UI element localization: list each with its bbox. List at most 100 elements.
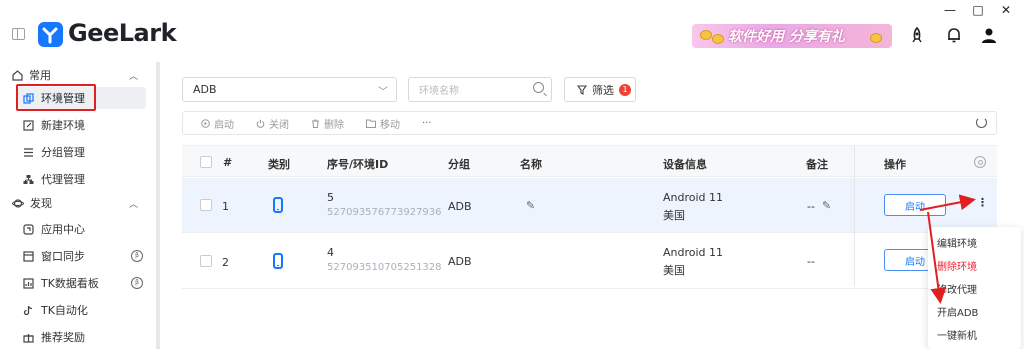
chevron-down-icon: ﹀ bbox=[378, 87, 388, 98]
row-os: Android 11 bbox=[663, 246, 724, 259]
user-avatar-icon[interactable] bbox=[980, 26, 998, 44]
column-settings-icon[interactable] bbox=[974, 156, 986, 168]
sidebar-item-label: 推荐奖励 bbox=[41, 331, 85, 344]
menu-item-new-device[interactable]: 一键新机 bbox=[937, 327, 977, 342]
sidebar-item-tk-automation[interactable]: TK自动化 bbox=[18, 299, 146, 321]
header-actions: 操作 bbox=[884, 158, 906, 171]
filter-count-badge: 1 bbox=[619, 83, 631, 96]
sidebar-item-label: TK自动化 bbox=[41, 304, 88, 317]
more-actions-button[interactable]: ··· bbox=[422, 118, 432, 129]
maximize-button[interactable]: □ bbox=[968, 2, 988, 18]
row-env-id: 527093510705251328 bbox=[327, 262, 442, 273]
rocket-icon[interactable] bbox=[908, 26, 926, 44]
batch-start-button[interactable]: 启动 bbox=[201, 116, 234, 131]
row-index: 2 bbox=[222, 256, 229, 269]
table-row[interactable]: 1 5 527093576773927936 ADB ✎ Android 11 … bbox=[182, 178, 997, 233]
batch-start-label: 启动 bbox=[214, 119, 234, 131]
list-icon bbox=[24, 147, 33, 157]
sidebar-group-label: 发现 bbox=[30, 197, 52, 210]
tiktok-icon bbox=[23, 305, 33, 315]
row-checkbox[interactable] bbox=[200, 255, 212, 267]
promo-banner[interactable]: 软件好用 分享有礼 bbox=[692, 24, 892, 48]
row-index: 1 bbox=[222, 200, 229, 213]
filter-button[interactable]: 筛选 1 bbox=[564, 77, 636, 102]
sidebar-group-discover[interactable]: 发现 bbox=[12, 194, 52, 212]
sidebar-item-proxy-management[interactable]: 代理管理 bbox=[18, 168, 146, 190]
search-icon[interactable] bbox=[533, 82, 544, 93]
batch-close-button[interactable]: 关闭 bbox=[256, 116, 289, 131]
row-env-id: 527093576773927936 bbox=[327, 207, 442, 218]
row-group: ADB bbox=[448, 255, 472, 268]
row-remark: -- bbox=[807, 200, 815, 213]
batch-delete-label: 删除 bbox=[324, 119, 344, 131]
row-serial: 4 bbox=[327, 246, 334, 259]
start-env-button[interactable]: 启动 bbox=[884, 194, 946, 216]
row-region: 美国 bbox=[663, 264, 685, 277]
menu-item-delete-env[interactable]: 删除环境 bbox=[937, 258, 977, 273]
chevron-up-icon[interactable]: ︿ bbox=[129, 197, 138, 210]
batch-move-button[interactable]: 移动 bbox=[366, 116, 400, 131]
header-name: 名称 bbox=[520, 158, 542, 171]
sticky-column-divider bbox=[854, 145, 855, 287]
minimize-button[interactable]: — bbox=[940, 2, 960, 18]
promo-text: 软件好用 分享有礼 bbox=[728, 29, 845, 45]
filter-icon bbox=[577, 84, 587, 95]
sidebar-item-label: 窗口同步 bbox=[41, 250, 85, 263]
table-row[interactable]: 2 4 527093510705251328 ADB Android 11 美国… bbox=[182, 234, 997, 289]
beta-badge: β bbox=[131, 250, 143, 262]
play-icon bbox=[201, 118, 210, 128]
refresh-icon[interactable] bbox=[976, 117, 987, 128]
batch-close-label: 关闭 bbox=[269, 119, 289, 131]
dashboard-icon bbox=[23, 277, 34, 289]
network-icon bbox=[23, 174, 34, 184]
sidebar-toggle-icon[interactable] bbox=[12, 28, 25, 40]
sidebar-item-label: TK数据看板 bbox=[41, 277, 99, 290]
sidebar-item-label: 代理管理 bbox=[41, 173, 85, 186]
sidebar-group-label: 常用 bbox=[29, 69, 51, 82]
search-placeholder: 环境名称 bbox=[419, 86, 459, 97]
planet-icon bbox=[12, 198, 24, 208]
menu-item-edit-env[interactable]: 编辑环境 bbox=[937, 235, 977, 250]
coin-icon bbox=[712, 34, 724, 44]
android-device-icon bbox=[273, 197, 283, 213]
sidebar-item-label: 新建环境 bbox=[41, 119, 85, 132]
android-device-icon bbox=[273, 253, 283, 269]
more-options-icon[interactable]: ⋮ bbox=[977, 196, 988, 209]
menu-item-enable-adb[interactable]: 开启ADB bbox=[937, 304, 978, 319]
highlight-box bbox=[16, 84, 96, 111]
edit-remark-icon[interactable]: ✎ bbox=[822, 199, 831, 212]
group-select[interactable]: ADB ﹀ bbox=[182, 77, 397, 102]
batch-toolbar: 启动 关闭 删除 移动 ··· bbox=[182, 111, 997, 135]
sidebar-group-common[interactable]: 常用 bbox=[12, 66, 51, 84]
power-icon bbox=[256, 119, 265, 128]
row-checkbox[interactable] bbox=[200, 199, 212, 211]
header-remark: 备注 bbox=[806, 158, 828, 171]
sidebar-item-app-center[interactable]: 应用中心 bbox=[18, 218, 146, 240]
sidebar-item-new-env[interactable]: 新建环境 bbox=[18, 114, 146, 136]
sidebar-item-group-management[interactable]: 分组管理 bbox=[18, 141, 146, 163]
chevron-up-icon[interactable]: ︿ bbox=[129, 69, 138, 82]
edit-name-icon[interactable]: ✎ bbox=[526, 199, 535, 212]
batch-move-label: 移动 bbox=[380, 119, 400, 131]
close-window-button[interactable]: ✕ bbox=[996, 2, 1016, 18]
sidebar-item-tk-dashboard[interactable]: TK数据看板 β bbox=[18, 272, 146, 294]
menu-item-edit-proxy[interactable]: 修改代理 bbox=[937, 281, 977, 296]
select-all-checkbox[interactable] bbox=[200, 156, 212, 168]
row-remark: -- bbox=[807, 255, 815, 268]
batch-delete-button[interactable]: 删除 bbox=[311, 116, 344, 131]
sidebar-item-window-sync[interactable]: 窗口同步 β bbox=[18, 245, 146, 267]
sidebar-item-referral-rewards[interactable]: 推荐奖励 bbox=[18, 326, 146, 348]
home-icon bbox=[12, 69, 23, 81]
folder-icon bbox=[366, 119, 376, 128]
app-icon bbox=[23, 223, 34, 235]
trash-icon bbox=[312, 119, 319, 128]
app-logo-text: GeeLark bbox=[68, 19, 177, 47]
env-name-search-input[interactable]: 环境名称 bbox=[408, 77, 552, 102]
header-group: 分组 bbox=[448, 158, 470, 171]
environment-table: # 类别 序号/环境ID 分组 名称 设备信息 备注 操作 1 5 527093… bbox=[182, 145, 997, 289]
beta-badge: β bbox=[131, 277, 143, 289]
coin-icon bbox=[700, 30, 712, 40]
sidebar-item-label: 应用中心 bbox=[41, 223, 85, 236]
title-bar: GeeLark 软件好用 分享有礼 — □ ✕ bbox=[0, 0, 1024, 62]
bell-icon[interactable] bbox=[945, 26, 963, 44]
